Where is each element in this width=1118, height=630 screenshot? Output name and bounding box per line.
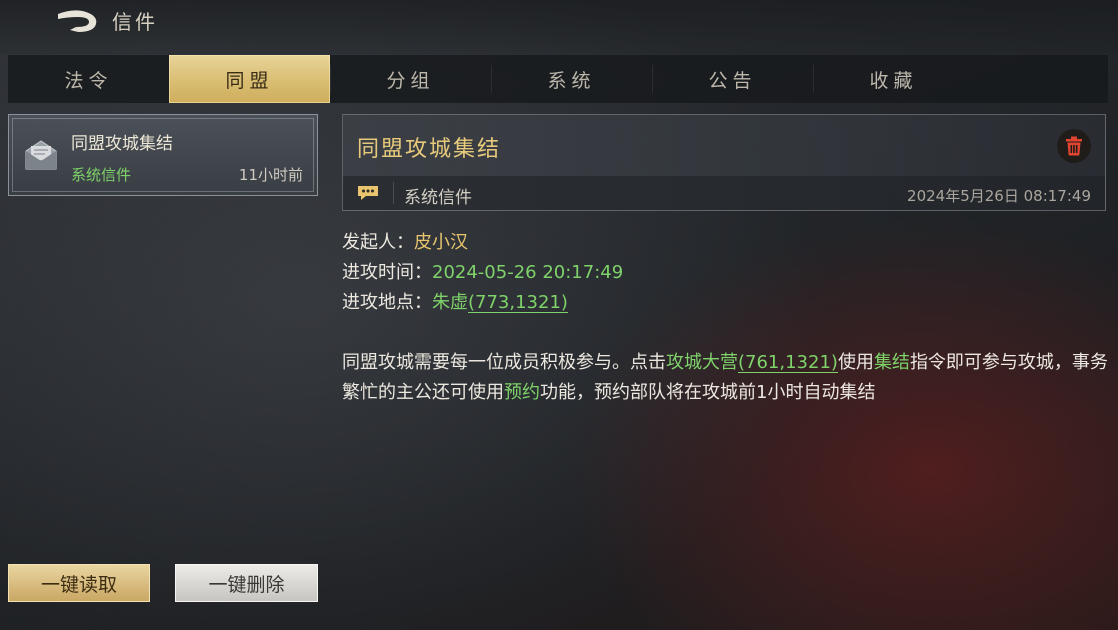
siege-camp-coords-link[interactable]: (761,1321) <box>738 352 838 373</box>
tab-bar: 法令 同盟 分组 系统 公告 收藏 <box>8 55 1108 103</box>
rally-highlight: 集结 <box>873 352 910 373</box>
tab-group[interactable]: 分组 <box>330 55 491 103</box>
tab-favorites[interactable]: 收藏 <box>813 55 974 103</box>
back-arrow-icon[interactable] <box>56 8 100 36</box>
body-text-4: 功能，预约部队将在攻城前1小时自动集结 <box>540 382 876 403</box>
initiator-label: 发起人： <box>342 232 414 253</box>
attack-place-label: 进攻地点： <box>342 292 432 313</box>
attack-time-line: 进攻时间：2024-05-26 20:17:49 <box>342 258 623 284</box>
mail-detail-header: 同盟攻城集结 系统信件 2024年5月26日 08:17:49 <box>342 114 1106 211</box>
mail-body-paragraph: 同盟攻城需要每一位成员积极参与。点击攻城大营(761,1321)使用集结指令即可… <box>342 348 1108 408</box>
attack-place-name: 朱虚 <box>432 292 468 313</box>
mail-item-title: 同盟攻城集结 <box>71 134 173 154</box>
meta-divider <box>393 182 394 204</box>
delete-mail-button[interactable] <box>1057 129 1091 163</box>
body-text-2: 使用 <box>837 352 874 373</box>
mail-detail-datetime: 2024年5月26日 08:17:49 <box>907 187 1091 205</box>
tab-alliance[interactable]: 同盟 <box>169 55 330 103</box>
mail-detail-title: 同盟攻城集结 <box>357 137 502 162</box>
page-title: 信件 <box>112 10 158 34</box>
chat-bubble-icon <box>358 186 378 200</box>
tab-decree[interactable]: 法令 <box>8 55 169 103</box>
initiator-line: 发起人：皮小汉 <box>342 228 468 254</box>
mail-envelope-icon <box>25 140 57 170</box>
reserve-highlight: 预约 <box>504 382 540 403</box>
mail-list-item[interactable]: 同盟攻城集结 系统信件 11小时前 <box>8 114 318 196</box>
mail-meta-row: 系统信件 2024年5月26日 08:17:49 <box>343 176 1105 210</box>
mail-item-type: 系统信件 <box>71 166 132 184</box>
read-all-button[interactable]: 一键读取 <box>8 564 150 602</box>
tab-announcement[interactable]: 公告 <box>652 55 813 103</box>
attack-place-coords-link[interactable]: (773,1321) <box>468 292 568 313</box>
tab-system[interactable]: 系统 <box>491 55 652 103</box>
initiator-name: 皮小汉 <box>414 232 468 253</box>
attack-time-value: 2024-05-26 20:17:49 <box>432 262 624 283</box>
body-text-1: 同盟攻城需要每一位成员积极参与。点击 <box>342 352 666 373</box>
mail-detail-type: 系统信件 <box>404 188 472 208</box>
siege-camp-link[interactable]: 攻城大营 <box>666 352 738 373</box>
delete-all-button[interactable]: 一键删除 <box>175 564 318 602</box>
top-bar: 信件 <box>0 0 1118 54</box>
mail-item-time: 11小时前 <box>238 166 303 184</box>
attack-place-line: 进攻地点：朱虚(773,1321) <box>342 288 568 314</box>
attack-time-label: 进攻时间： <box>342 262 432 283</box>
trash-icon <box>1066 136 1082 156</box>
